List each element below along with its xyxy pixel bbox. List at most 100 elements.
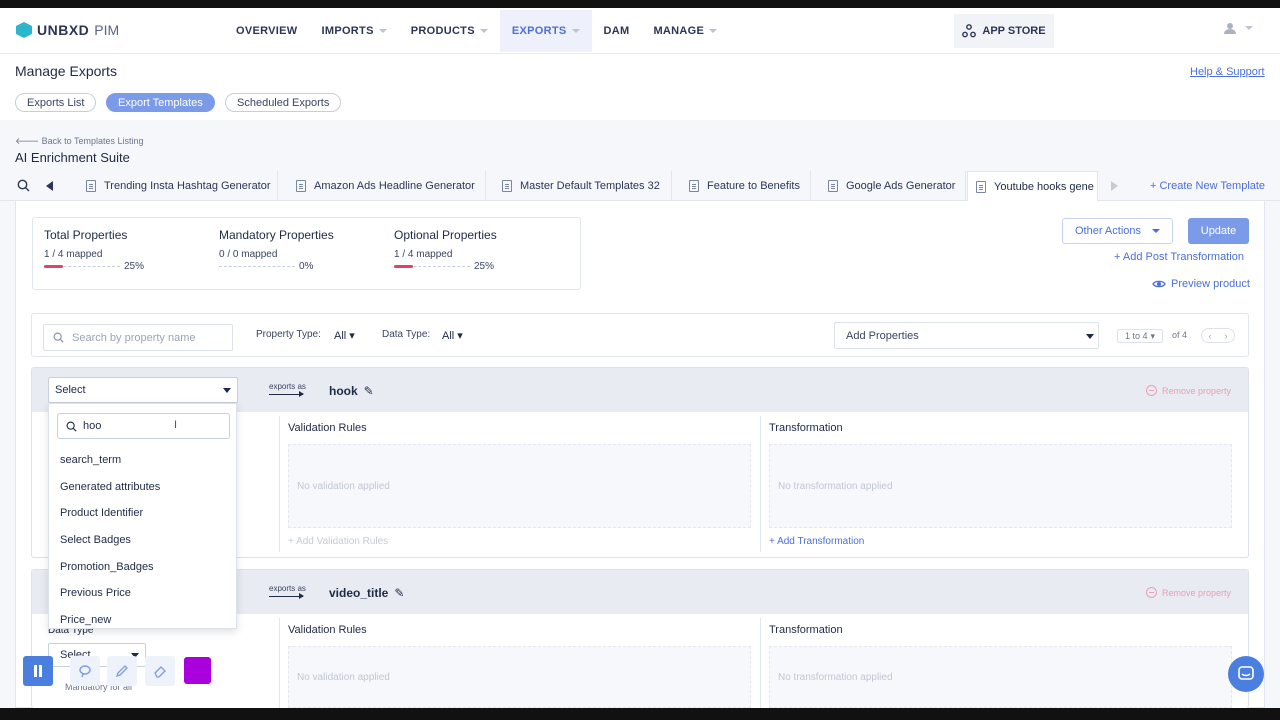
pager-nav: ‹ ›: [1201, 328, 1235, 343]
create-new-template-link[interactable]: + Create New Template: [1150, 180, 1265, 192]
remove-label: Remove property: [1162, 385, 1232, 396]
dropdown-option[interactable]: Previous Price: [60, 587, 131, 599]
app-store-label: APP STORE: [982, 25, 1046, 37]
pause-button[interactable]: [23, 656, 53, 686]
dropdown-option[interactable]: search_term: [60, 454, 121, 466]
validation-empty: No validation applied: [288, 444, 751, 528]
tab-trending-insta[interactable]: Trending Insta Hashtag Generator: [78, 171, 278, 201]
pen-icon: [115, 665, 128, 678]
brand-name: UNBXD: [37, 22, 90, 38]
eraser-tool-button[interactable]: [145, 656, 175, 686]
stat-total: Total Properties 1 / 4 mapped: [44, 228, 127, 260]
add-validation-rules-link[interactable]: + Add Validation Rules: [288, 536, 388, 547]
column-divider: [279, 618, 280, 708]
preview-label: Preview product: [1171, 278, 1250, 290]
tab-master-default[interactable]: Master Default Templates 32: [494, 171, 672, 201]
search-placeholder: Search by property name: [72, 331, 196, 344]
tab-amazon-ads[interactable]: Amazon Ads Headline Generator: [288, 171, 486, 201]
add-properties-select[interactable]: Add Properties: [834, 322, 1099, 349]
pager-range-select[interactable]: 1 to 4 ▾: [1117, 329, 1163, 343]
page-prev-icon[interactable]: ‹: [1202, 329, 1218, 342]
add-transformation-link[interactable]: + Add Transformation: [769, 536, 864, 547]
caret-down-icon: ▾: [346, 330, 355, 342]
nav-imports[interactable]: IMPORTS: [310, 10, 399, 52]
tab-google-ads[interactable]: Google Ads Generator: [820, 171, 966, 201]
property-name: hook ✎: [329, 384, 374, 398]
transformation-empty: No transformation applied: [769, 646, 1232, 708]
remove-label: Remove property: [1162, 587, 1232, 598]
property-name: video_title ✎: [329, 586, 404, 600]
tab-scroll-left-icon[interactable]: [46, 181, 53, 191]
data-type-select[interactable]: All ▾: [442, 329, 463, 342]
search-icon: [53, 332, 64, 343]
dropdown-option[interactable]: Promotion_Badges: [60, 561, 154, 573]
app-store-icon: [962, 24, 977, 38]
stat-percent: 0%: [299, 261, 314, 272]
pill-export-templates[interactable]: Export Templates: [106, 93, 215, 112]
tab-scroll-right-icon[interactable]: [1111, 181, 1118, 191]
hexagon-logo-icon: [16, 22, 32, 38]
progress-bar: [219, 266, 295, 269]
dropdown-search-input[interactable]: hoo I: [57, 413, 230, 439]
chevron-down-icon: [1152, 229, 1161, 233]
color-swatch-button[interactable]: [184, 657, 211, 684]
back-label: Back to Templates Listing: [41, 136, 144, 146]
exports-as-text: exports as: [269, 382, 306, 391]
brand-logo[interactable]: UNBXD PIM: [16, 22, 119, 38]
lasso-tool-button[interactable]: [70, 656, 100, 686]
exports-as-text: exports as: [269, 584, 306, 593]
pen-tool-button[interactable]: [107, 656, 137, 686]
stat-title: Optional Properties: [394, 228, 497, 242]
user-menu[interactable]: [1224, 22, 1253, 34]
pencil-icon[interactable]: ✎: [364, 384, 374, 398]
chevron-down-icon: [709, 29, 718, 33]
remove-property-button[interactable]: Remove property: [1146, 385, 1231, 396]
template-tabs: Trending Insta Hashtag Generator Amazon …: [0, 171, 1280, 202]
transformation-title: Transformation: [769, 422, 843, 434]
update-button[interactable]: Update: [1188, 218, 1249, 244]
nav-manage[interactable]: MANAGE: [641, 10, 729, 52]
nav-overview[interactable]: OVERVIEW: [224, 10, 310, 52]
tab-feature-benefits[interactable]: Feature to Benefits: [681, 171, 811, 201]
nav-dam[interactable]: DAM: [592, 10, 642, 52]
arrow-right-icon: [269, 593, 304, 599]
property-type-select[interactable]: All ▾: [334, 329, 355, 342]
column-divider: [760, 618, 761, 708]
caret-down-icon: [1086, 334, 1094, 339]
dropdown-option[interactable]: Price_new: [60, 614, 111, 626]
dropdown-option[interactable]: Generated attributes: [60, 481, 160, 493]
back-to-templates-link[interactable]: 🡐 Back to Templates Listing: [15, 136, 144, 147]
property-search-input[interactable]: Search by property name: [43, 324, 233, 351]
user-icon: [1224, 23, 1236, 34]
template-icon: [502, 180, 512, 192]
chat-launcher-button[interactable]: [1228, 656, 1264, 692]
other-actions-button[interactable]: Other Actions: [1062, 218, 1173, 244]
top-frame-bar: [0, 0, 1280, 8]
pencil-icon[interactable]: ✎: [394, 586, 404, 600]
transformation-title: Transformation: [769, 624, 843, 636]
stat-title: Total Properties: [44, 228, 128, 242]
nav-products[interactable]: PRODUCTS: [399, 10, 500, 52]
app-store-button[interactable]: APP STORE: [954, 14, 1054, 48]
add-post-transformation-link[interactable]: + Add Post Transformation: [1114, 251, 1244, 263]
nav-exports[interactable]: EXPORTS: [499, 10, 592, 52]
dropdown-option[interactable]: Select Badges: [60, 534, 131, 546]
stat-percent: 25%: [474, 261, 495, 272]
page-next-icon[interactable]: ›: [1218, 329, 1234, 342]
stat-mapped: 0 / 0 mapped: [219, 249, 278, 260]
remove-property-button[interactable]: Remove property: [1146, 587, 1231, 598]
pill-scheduled-exports[interactable]: Scheduled Exports: [225, 93, 342, 112]
property-name-text: video_title: [329, 586, 389, 600]
source-attribute-select[interactable]: Select: [48, 377, 238, 403]
help-support-link[interactable]: Help & Support: [1190, 66, 1265, 78]
validation-empty: No validation applied: [288, 646, 751, 708]
progress-fill: [394, 265, 413, 268]
tab-youtube-hooks[interactable]: Youtube hooks gene: [967, 171, 1098, 202]
preview-product-link[interactable]: Preview product: [1152, 278, 1250, 290]
search-icon[interactable]: [17, 179, 30, 195]
template-icon: [828, 180, 838, 192]
brand-sub: PIM: [94, 22, 120, 38]
dropdown-option[interactable]: Product Identifier: [60, 507, 143, 519]
pill-exports-list[interactable]: Exports List: [15, 93, 97, 112]
tab-label: Trending Insta Hashtag Generator: [104, 180, 271, 192]
